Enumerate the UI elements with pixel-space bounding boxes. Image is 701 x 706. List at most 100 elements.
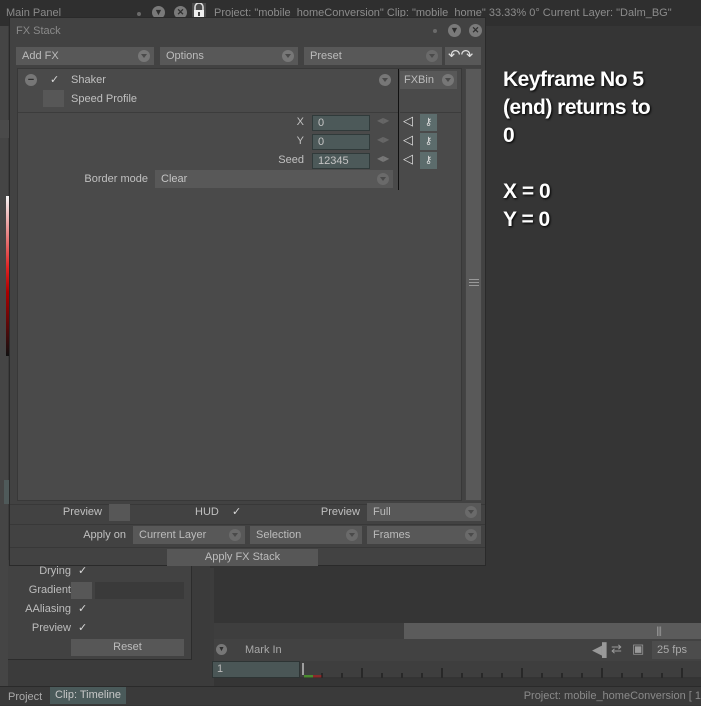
param-y-input[interactable]: 0 [312, 134, 370, 150]
hud-checkbox[interactable]: ✓ [232, 505, 241, 518]
param-x-drag-icon[interactable]: ◀▶ [377, 116, 389, 125]
preview-mode-dropdown[interactable]: Full [367, 503, 481, 521]
chevron-down-icon [465, 529, 477, 541]
divider [10, 524, 485, 525]
status-bar: Project Clip: Timeline Project: mobile_h… [0, 686, 701, 705]
border-mode-label: Border mode [84, 173, 148, 185]
paint-settings-panel: Drying ✓ Gradient AAliasing ✓ Preview ✓ … [8, 560, 192, 660]
border-mode-dropdown[interactable]: Clear [155, 170, 393, 188]
drying-label: Drying [39, 565, 71, 577]
chevron-down-icon [426, 50, 438, 62]
gradient-label: Gradient [28, 584, 71, 596]
loop-icon[interactable]: ⇄ [611, 641, 622, 657]
fxbin-dropdown[interactable]: FXBin [400, 71, 457, 89]
param-seed-input[interactable]: 12345 [312, 153, 370, 169]
effect-menu-chevron-icon[interactable] [379, 74, 391, 86]
param-y-drag-icon[interactable]: ◀▶ [377, 135, 389, 144]
aaliasing-checkbox[interactable]: ✓ [78, 602, 87, 615]
frame-input[interactable]: 1 [212, 661, 300, 678]
add-fx-dropdown[interactable]: Add FX [16, 47, 154, 65]
gradient-swatch[interactable] [71, 582, 92, 599]
fx-close-icon[interactable]: ✕ [469, 24, 482, 37]
frames-value: Frames [373, 529, 411, 541]
param-y-key-icon[interactable]: ⚷ [420, 133, 437, 150]
fx-list: − ✓ Shaker Speed Profile FXBin X 0 ◀▶ ◁ … [17, 68, 462, 501]
audio-icon[interactable]: ◀▌ [592, 642, 611, 658]
chevron-down-icon [346, 529, 358, 541]
tab-clip-timeline[interactable]: Clip: Timeline [50, 687, 127, 704]
chevron-down-icon [138, 50, 150, 62]
apply-on-label: Apply on [83, 529, 126, 541]
param-seed-drag-icon[interactable]: ◀▶ [377, 154, 389, 163]
tab-project[interactable]: Project [3, 689, 47, 706]
add-fx-label: Add FX [22, 50, 59, 62]
param-seed-key-icon[interactable]: ⚷ [420, 152, 437, 169]
undo-icon[interactable]: ↶ [448, 47, 461, 64]
undo-redo-group: ↶↷ [445, 47, 481, 65]
aaliasing-label: AAliasing [25, 603, 71, 615]
fps-display[interactable]: 25 fps [652, 641, 701, 659]
preset-label: Preset [310, 50, 342, 62]
ruler-ticks [300, 663, 701, 679]
hud-label: HUD [195, 506, 219, 518]
preview-mode-label: Preview [320, 506, 360, 518]
border-mode-value: Clear [161, 173, 188, 185]
selection-value: Selection [256, 529, 302, 541]
fit-icon[interactable]: ▣ [632, 641, 644, 657]
apply-on-dropdown[interactable]: Current Layer [133, 526, 245, 544]
chevron-down-icon [377, 173, 389, 185]
chevron-down-icon [229, 529, 241, 541]
redo-icon[interactable]: ↷ [461, 47, 474, 64]
chevron-down-icon [442, 74, 454, 86]
fxbin-label: FXBin [404, 74, 434, 86]
gradient-field[interactable] [95, 582, 184, 599]
param-x-input[interactable]: 0 [312, 115, 370, 131]
fx-toolbar: Add FX Options Preset ↶↷ [10, 46, 485, 68]
preview-checkbox[interactable]: ✓ [78, 621, 87, 634]
panel-dot-icon [137, 12, 141, 16]
param-x-keyframe-prev-icon[interactable]: ◁ [403, 113, 413, 129]
fx-stack-window: FX Stack ▼ ✕ Add FX Options Preset ↶↷ − … [9, 17, 486, 566]
fx-dot-icon [433, 29, 437, 33]
apply-on-value: Current Layer [139, 529, 207, 541]
param-x-label: X [296, 116, 304, 128]
preview-checkbox[interactable] [109, 504, 130, 521]
param-y-keyframe-prev-icon[interactable]: ◁ [403, 132, 413, 148]
mark-in-down-icon[interactable]: ▼ [216, 644, 227, 655]
preview-mode-value: Full [373, 506, 391, 518]
preview-label: Preview [62, 506, 102, 518]
effect-enabled-checkbox[interactable]: ✓ [50, 73, 59, 86]
apply-fx-stack-button[interactable]: Apply FX Stack [167, 549, 318, 566]
fx-stack-title: FX Stack [16, 25, 61, 37]
reset-button[interactable]: Reset [71, 639, 184, 656]
options-dropdown[interactable]: Options [160, 47, 298, 65]
param-y-label: Y [296, 135, 304, 147]
remove-effect-icon[interactable]: − [25, 74, 37, 86]
param-seed-label: Seed [278, 154, 304, 166]
fx-stack-titlebar[interactable]: FX Stack ▼ ✕ [10, 18, 485, 44]
timeline-scroll-thumb[interactable]: ||| [404, 623, 701, 639]
timeline-ruler[interactable] [300, 661, 701, 679]
preset-dropdown[interactable]: Preset [304, 47, 442, 65]
divider [18, 112, 398, 113]
speed-profile-swatch[interactable] [43, 90, 64, 107]
separator [398, 69, 399, 190]
effect-name: Shaker [71, 74, 106, 86]
param-seed-keyframe-prev-icon[interactable]: ◁ [403, 151, 413, 167]
grip-icon: ||| [656, 626, 662, 637]
frames-dropdown[interactable]: Frames [367, 526, 481, 544]
timeline-controls: ▼ Mark In ◀▌ ⇄ ▣ 25 fps [214, 639, 701, 661]
options-label: Options [166, 50, 204, 62]
divider [10, 547, 485, 548]
status-project-text: Project: mobile_homeConversion [ 1 [523, 690, 701, 702]
selection-dropdown[interactable]: Selection [250, 526, 362, 544]
chevron-down-icon [465, 506, 477, 518]
annotation-text: Keyframe No 5 (end) returns to 0 X = 0 Y… [503, 68, 651, 231]
param-x-key-icon[interactable]: ⚷ [420, 114, 437, 131]
scroll-grip-icon [469, 279, 479, 286]
fx-menu-icon[interactable]: ▼ [448, 24, 461, 37]
preview-label: Preview [31, 622, 71, 634]
fx-list-scrollbar[interactable] [465, 68, 482, 501]
speed-profile-label: Speed Profile [71, 93, 138, 105]
chevron-down-icon [282, 50, 294, 62]
